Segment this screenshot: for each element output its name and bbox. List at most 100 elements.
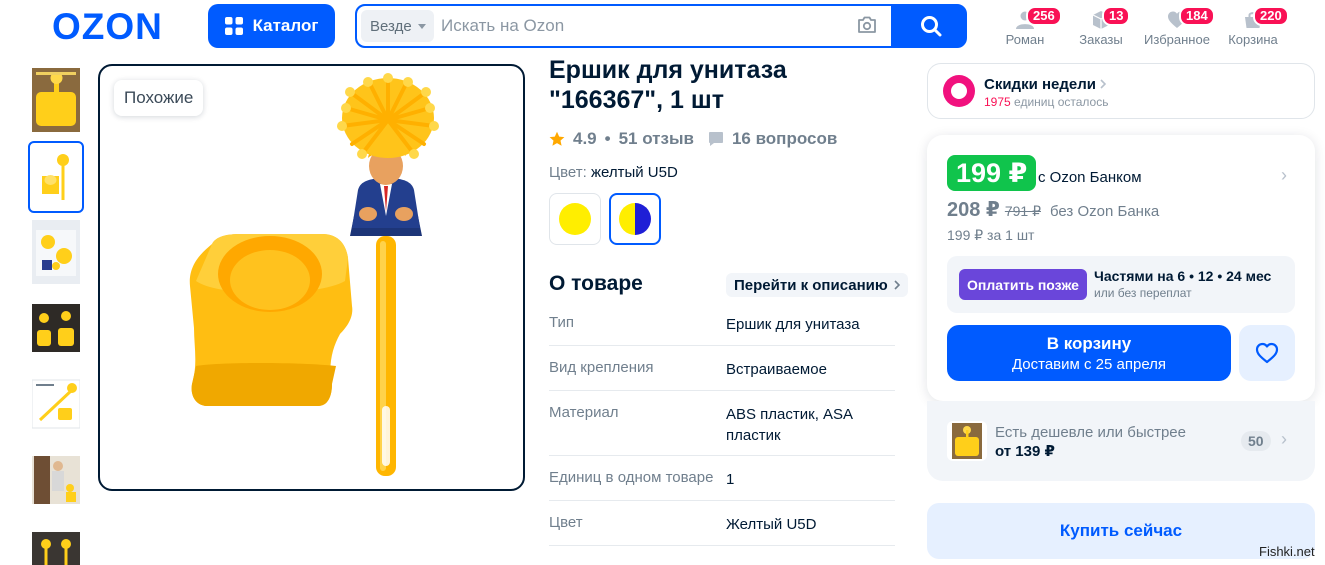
nav-favorites-label: Избранное: [1144, 32, 1210, 47]
search-scope-select[interactable]: Везде: [361, 10, 434, 42]
add-to-favorites-button[interactable]: [1239, 325, 1295, 381]
spec-value: Ершик для унитаза: [726, 316, 860, 333]
swatch-yellow: [559, 203, 591, 235]
price-nobank-label: без Ozon Банка: [1050, 203, 1160, 220]
product-title: Ершик для унитаза "166367", 1 шт: [549, 56, 787, 114]
search-bar: Везде: [355, 4, 967, 48]
spec-key: Единиц в одном товаре: [549, 469, 714, 486]
search-scope-label: Везде: [370, 17, 412, 35]
to-description-label: Перейти к описанию: [734, 276, 888, 294]
spec-value: ABS пластик, ASA пластик: [726, 406, 853, 444]
spec-row: Тип Ершик для унитаза: [549, 301, 895, 346]
add-to-cart-button[interactable]: В корзину Доставим с 25 апреля: [947, 325, 1231, 381]
thumbnail-3[interactable]: [32, 220, 80, 284]
chat-bubble-icon: [708, 132, 723, 146]
buy-now-button[interactable]: Купить сейчас: [927, 503, 1315, 559]
star-icon: [549, 131, 565, 146]
cheaper-count-badge: 50: [1241, 431, 1271, 451]
color-label-key: Цвет:: [549, 164, 587, 181]
nav-orders[interactable]: Заказы 13: [1061, 6, 1141, 50]
chevron-right-icon: [894, 280, 900, 290]
promo-title: Скидки недели: [984, 76, 1107, 93]
installment-block[interactable]: Оплатить позже Частями на 6 • 12 • 24 ме…: [947, 256, 1295, 313]
spec-key: Материал: [549, 404, 619, 421]
questions-link[interactable]: 16 вопросов: [732, 129, 837, 149]
cheaper-title: Есть дешевле или быстрее: [995, 424, 1186, 441]
spec-value: 1: [726, 471, 735, 488]
catalog-button[interactable]: Каталог: [208, 4, 335, 48]
installment-title: Частями на 6 • 12 • 24 мес: [1094, 268, 1272, 284]
rating-separator: •: [604, 129, 611, 148]
search-icon: [921, 16, 942, 37]
nav-profile[interactable]: Роман 256: [985, 6, 1065, 50]
thumbnail-image: [32, 304, 80, 352]
offer-thumbnail: [952, 423, 982, 459]
ozon-logo[interactable]: OZON: [52, 6, 184, 47]
price-ozon-bank: 199 ₽: [947, 155, 1037, 191]
chevron-right-icon: ›: [1281, 429, 1287, 449]
search-inner: Везде: [357, 6, 891, 46]
spec-key: Цвет: [549, 514, 583, 531]
similar-button[interactable]: Похожие: [114, 80, 204, 116]
main-product-image[interactable]: Похожие: [98, 64, 525, 491]
color-swatch-yellow[interactable]: [549, 193, 601, 245]
cheaper-offer-image: [947, 421, 987, 461]
weekly-discounts-banner[interactable]: Скидки недели 1975 единиц осталось: [927, 63, 1315, 119]
thumbnail-image: [32, 456, 80, 504]
thumbnail-image: [33, 146, 79, 208]
about-title: О товаре: [549, 272, 643, 295]
spec-row: Единиц в одном товаре 1: [549, 456, 895, 501]
delivery-date: Доставим с 25 апреля: [1011, 356, 1167, 373]
thumbnail-2[interactable]: [28, 141, 84, 213]
product-photo: [189, 73, 439, 476]
logo-text: OZON: [52, 8, 163, 44]
promo-count: 1975: [984, 95, 1011, 109]
cheaper-price: от 139 ₽: [995, 443, 1055, 460]
promo-sub: 1975 единиц осталось: [984, 95, 1108, 109]
price-per-unit: 199 ₽ за 1 шт: [947, 227, 1035, 243]
thumbnail-7[interactable]: [32, 524, 80, 565]
search-button[interactable]: [895, 6, 965, 46]
thumbnail-6[interactable]: [32, 448, 80, 512]
pay-later-button[interactable]: Оплатить позже: [959, 269, 1087, 300]
reviews-link[interactable]: 51 отзыв: [619, 129, 694, 149]
price-regular-row: 208 ₽ 791 ₽ без Ozon Банка: [947, 197, 1159, 222]
nav-cart-label: Корзина: [1228, 32, 1278, 47]
heart-outline-icon: [1255, 342, 1279, 364]
nav-orders-badge: 13: [1102, 6, 1131, 26]
nav-profile-label: Роман: [1005, 32, 1045, 47]
thumbnail-1[interactable]: [32, 68, 80, 132]
thumbnail-image: [32, 379, 80, 429]
price-card: 199 ₽ с Ozon Банком › 208 ₽ 791 ₽ без Oz…: [927, 135, 1315, 401]
chevron-right-icon: [1100, 79, 1107, 89]
thumbnail-image: [32, 532, 80, 565]
chevron-right-icon[interactable]: ›: [1281, 165, 1287, 186]
camera-icon[interactable]: [857, 16, 877, 34]
nav-favorites[interactable]: Избранное 184: [1137, 6, 1217, 50]
swatch-yellow-blue: [619, 203, 651, 235]
thumbnail-5[interactable]: [32, 372, 80, 436]
color-label-value: желтый U5D: [590, 164, 678, 181]
caret-down-icon: [417, 23, 426, 29]
cheaper-offers[interactable]: Есть дешевле или быстрее от 139 ₽ 50 ›: [927, 401, 1315, 481]
thumbnail-image: [32, 68, 80, 132]
watermark: Fishki.net: [1259, 544, 1315, 559]
color-label: Цвет: желтый U5D: [549, 164, 678, 181]
nav-orders-label: Заказы: [1079, 32, 1123, 47]
promo-sub-text: единиц осталось: [1014, 95, 1109, 109]
to-description-button[interactable]: Перейти к описанию: [726, 273, 908, 297]
rating-row: 4.9 • 51 отзыв 16 вопросов: [549, 128, 837, 150]
color-swatch-yellow-blue[interactable]: [609, 193, 661, 245]
price-regular: 208 ₽: [947, 199, 1000, 221]
spec-key: Тип: [549, 314, 575, 331]
thumbnail-4[interactable]: [32, 296, 80, 360]
spec-row: Цвет Желтый U5D: [549, 501, 895, 546]
price-bank-label: с Ozon Банком: [1038, 169, 1142, 186]
installment-sub: или без переплат: [1094, 286, 1192, 300]
search-input[interactable]: [441, 10, 841, 42]
nav-cart[interactable]: Корзина 220: [1213, 6, 1293, 50]
spec-value: Встраиваемое: [726, 361, 827, 378]
rating-value: 4.9: [573, 129, 597, 148]
price-old: 791 ₽: [1004, 203, 1041, 219]
spec-row: Материал ABS пластик, ASA пластик: [549, 391, 895, 456]
